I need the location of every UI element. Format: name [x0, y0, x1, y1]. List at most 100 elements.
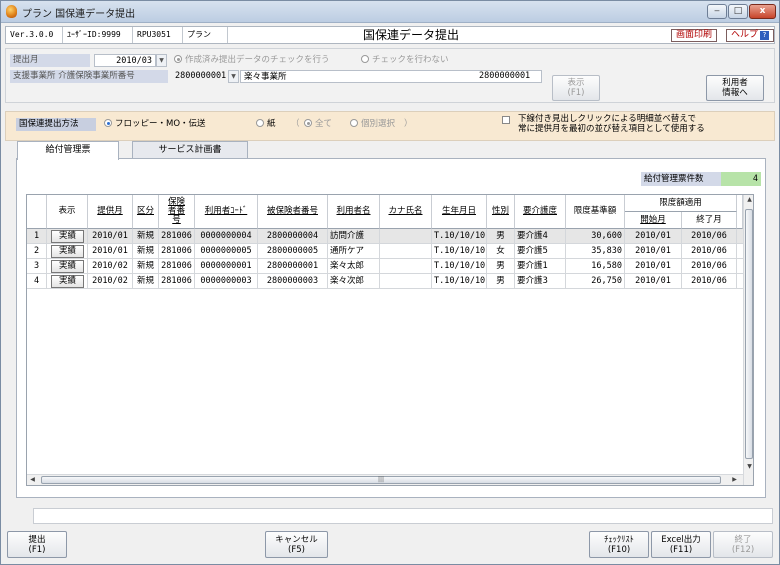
cell-kana [380, 244, 432, 259]
cancel-button-key: (F5) [288, 545, 305, 555]
scope-individual-radio[interactable]: 個別選択 [350, 118, 395, 131]
exit-button[interactable]: 終了 (F12) [713, 531, 773, 558]
excel-export-button[interactable]: Excel出力 (F11) [651, 531, 711, 558]
checklist-button[interactable]: ﾁｪｯｸﾘｽﾄ (F10) [589, 531, 649, 558]
cell-limit: 26,750 [566, 274, 625, 289]
cell-care-level: 要介護4 [515, 229, 566, 244]
close-button[interactable]: x [749, 4, 776, 19]
print-screen-button[interactable]: 画面印刷 [671, 29, 718, 42]
maximize-button[interactable]: □ [728, 4, 748, 19]
header-category[interactable]: 区分 [133, 195, 159, 229]
cell-sex: 男 [487, 274, 515, 289]
row-number: 3 [27, 259, 47, 274]
scroll-left-icon[interactable]: ◀ [27, 476, 38, 483]
results-button[interactable]: 実績 [51, 245, 84, 258]
header-insured-no[interactable]: 被保険者番号 [258, 195, 328, 229]
exit-button-label: 終了 [734, 535, 752, 545]
minimize-button[interactable]: ‒ [707, 4, 727, 19]
submit-button-label: 提出 [28, 535, 46, 545]
header-sex[interactable]: 性別 [487, 195, 515, 229]
display-button[interactable]: 表示 (F1) [552, 75, 600, 101]
header-display: 表示 [47, 195, 88, 229]
sort-checkbox[interactable] [502, 116, 514, 126]
method-paper-label: 紙 [267, 119, 276, 129]
display-button-label: 表示 [567, 78, 585, 88]
cell-insurer: 281006 [159, 229, 195, 244]
header-care-level[interactable]: 要介護度 [515, 195, 566, 229]
tab-benefit-management[interactable]: 給付管理票 [17, 141, 119, 160]
table-row[interactable]: 3 実績 2010/02 新規 281006 0000000001 2800000001 楽々… [27, 259, 743, 274]
checklist-button-label: ﾁｪｯｸﾘｽﾄ [604, 535, 634, 545]
submit-button[interactable]: 提出 (F1) [7, 531, 67, 558]
horizontal-scroll-thumb[interactable]: ||| [41, 476, 721, 484]
check-option-skip: チェックを行わない [361, 54, 449, 67]
header-user-code[interactable]: 利用者ｺｰﾄﾞ [195, 195, 258, 229]
header-month[interactable]: 提供月 [88, 195, 133, 229]
tab-service-plan[interactable]: サービス計画書 [132, 141, 248, 159]
horizontal-scrollbar[interactable]: ◀ ||| ▶ [27, 474, 743, 485]
table-row[interactable]: 4 実績 2010/02 新規 281006 0000000003 2800000003 楽々… [27, 274, 743, 289]
month-dropdown-icon[interactable]: ▼ [156, 54, 167, 67]
submit-month-field[interactable]: 2010/03 [94, 54, 156, 67]
user-info-line2: 情報へ [722, 88, 748, 98]
cell-limit: 35,830 [566, 244, 625, 259]
help-button[interactable]: ヘルプ? [726, 29, 774, 42]
method-floppy-radio[interactable]: フロッピー・MO・伝送 [104, 118, 206, 131]
scroll-down-icon[interactable]: ▼ [744, 463, 753, 470]
cancel-button[interactable]: キャンセル (F5) [265, 531, 328, 558]
cell-birth: T.10/10/10 [432, 274, 487, 289]
user-info-button[interactable]: 利用者 情報へ [706, 75, 764, 101]
scope-individual-label: 個別選択 [361, 119, 396, 129]
excel-button-key: (F11) [669, 545, 693, 555]
cell-start: 2010/01 [625, 229, 682, 244]
cell-end: 2010/06 [682, 274, 737, 289]
cell-user-code: 0000000001 [195, 259, 258, 274]
header-birth[interactable]: 生年月日 [432, 195, 487, 229]
cell-kana [380, 259, 432, 274]
method-paper-radio[interactable]: 紙 [256, 118, 276, 131]
results-button[interactable]: 実績 [51, 230, 84, 243]
cell-sex: 男 [487, 229, 515, 244]
header-kana[interactable]: カナ氏名 [380, 195, 432, 229]
count-value: 4 [721, 172, 761, 186]
cell-month: 2010/02 [88, 259, 133, 274]
results-button[interactable]: 実績 [51, 260, 84, 273]
check-option-run-label: 作成済み提出データのチェックを行う [185, 55, 330, 65]
count-label: 給付管理票件数 [641, 172, 721, 186]
cell-month: 2010/02 [88, 274, 133, 289]
status-bar [33, 508, 773, 524]
submit-method-bar: 国保連提出方法 フロッピー・MO・伝送 紙 （ 全て 個別選択 ） 下線付き見出… [5, 111, 775, 141]
vertical-scrollbar[interactable]: ▲ ▼ [743, 195, 753, 485]
scope-all-radio[interactable]: 全て [304, 118, 332, 131]
cell-user-code: 0000000003 [195, 274, 258, 289]
paren-open: （ [291, 119, 300, 129]
office-dropdown-icon[interactable]: ▼ [228, 70, 239, 83]
scope-all-label: 全て [315, 119, 333, 129]
cell-insurer: 281006 [159, 244, 195, 259]
cell-category: 新規 [133, 244, 159, 259]
cell-end: 2010/06 [682, 259, 737, 274]
cell-limit: 16,580 [566, 259, 625, 274]
info-bar: Ver.3.0.0 ﾕｰｻﾞｰID:9999 RPU3051 プラン 国保連デー… [5, 26, 775, 44]
scroll-up-icon[interactable]: ▲ [744, 196, 753, 203]
header-start-month[interactable]: 開始月 [625, 212, 682, 229]
vertical-scroll-thumb[interactable] [745, 209, 753, 459]
radio-icon [256, 119, 264, 127]
product-label: プラン [183, 27, 228, 43]
cell-user-name: 楽々太郎 [328, 259, 380, 274]
header-end-month: 終了月 [682, 212, 737, 229]
header-insurer[interactable]: 保険者番号 [159, 195, 195, 229]
cell-start: 2010/01 [625, 244, 682, 259]
results-button[interactable]: 実績 [51, 275, 84, 288]
submit-button-key: (F1) [28, 545, 46, 555]
table-row[interactable]: 1 実績 2010/01 新規 281006 0000000004 2800000004 訪問… [27, 229, 743, 244]
scroll-right-icon[interactable]: ▶ [729, 476, 740, 483]
table-row[interactable]: 2 実績 2010/01 新規 281006 0000000005 2800000005 通所… [27, 244, 743, 259]
office-code: 2800000001 [175, 71, 227, 81]
radio-icon [350, 119, 358, 127]
header-user-name[interactable]: 利用者名 [328, 195, 380, 229]
radio-icon [361, 55, 369, 63]
row-number: 2 [27, 244, 47, 259]
display-button-key: (F1) [567, 88, 585, 98]
user-info-line1: 利用者 [722, 78, 748, 88]
